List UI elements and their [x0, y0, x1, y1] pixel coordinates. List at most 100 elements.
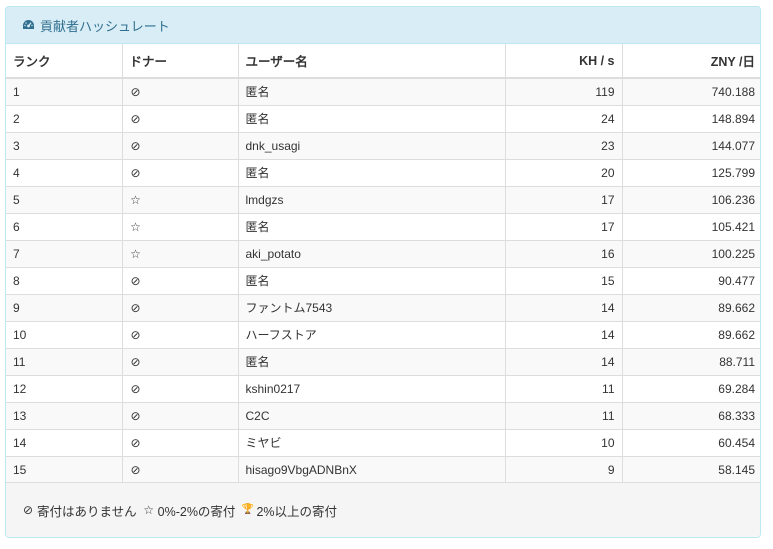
- legend-large-donation-label: 2%以上の寄付: [256, 504, 338, 519]
- cell-donor: ⊘: [122, 159, 239, 187]
- cell-zny: 60.454: [622, 429, 760, 457]
- cell-khs: 24: [505, 105, 623, 133]
- table-row: 5 ☆ lmdgzs 17 106.236: [6, 186, 760, 214]
- cell-username: ファントム7543: [238, 294, 506, 322]
- cell-rank: 4: [6, 159, 123, 187]
- cell-khs: 14: [505, 294, 623, 322]
- table-row: 13 ⊘ C2C 11 68.333: [6, 402, 760, 430]
- table-row: 11 ⊘ 匿名 14 88.711: [6, 348, 760, 376]
- cell-donor: ⊘: [122, 105, 239, 133]
- no-donation-icon: ⊘: [22, 503, 34, 517]
- dashboard-icon: [21, 18, 35, 32]
- cell-donor: ☆: [122, 213, 239, 241]
- cell-username: 匿名: [238, 78, 506, 106]
- cell-rank: 11: [6, 348, 123, 376]
- no-donation-icon: ⊘: [130, 327, 141, 342]
- no-donation-icon: ⊘: [130, 354, 141, 369]
- cell-donor: ⊘: [122, 429, 239, 457]
- no-donation-icon: ⊘: [130, 273, 141, 288]
- cell-donor: ⊘: [122, 321, 239, 349]
- cell-username: 匿名: [238, 267, 506, 295]
- table-row: 1 ⊘ 匿名 119 740.188: [6, 78, 760, 106]
- cell-username: lmdgzs: [238, 186, 506, 214]
- table-row: 2 ⊘ 匿名 24 148.894: [6, 105, 760, 133]
- legend-large-donation: 🏆 2%以上の寄付: [241, 501, 337, 520]
- star-icon: ☆: [130, 192, 141, 207]
- table-row: 10 ⊘ ハーフストア 14 89.662: [6, 321, 760, 349]
- cell-khs: 16: [505, 240, 623, 268]
- cell-khs: 14: [505, 348, 623, 376]
- cell-khs: 15: [505, 267, 623, 295]
- cell-donor: ⊘: [122, 375, 239, 403]
- cell-zny: 69.284: [622, 375, 760, 403]
- donation-legend: ⊘ 寄付はありません ☆ 0%-2%の寄付 🏆 2%以上の寄付: [6, 482, 760, 537]
- cell-rank: 8: [6, 267, 123, 295]
- cell-khs: 11: [505, 375, 623, 403]
- cell-zny: 68.333: [622, 402, 760, 430]
- table-body: 1 ⊘ 匿名 119 740.188 2 ⊘ 匿名 24 148.894 3 ⊘ dnk_usagi 23…: [6, 78, 760, 484]
- cell-zny: 106.236: [622, 186, 760, 214]
- cell-zny: 100.225: [622, 240, 760, 268]
- cell-rank: 10: [6, 321, 123, 349]
- star-icon: ☆: [130, 219, 141, 234]
- column-header-donor: ドナー: [122, 44, 239, 79]
- cell-zny: 740.188: [622, 78, 760, 106]
- column-header-zny: ZNY /日: [622, 44, 760, 79]
- table-row: 9 ⊘ ファントム7543 14 89.662: [6, 294, 760, 322]
- cell-khs: 17: [505, 186, 623, 214]
- cell-username: 匿名: [238, 213, 506, 241]
- cell-zny: 90.477: [622, 267, 760, 295]
- table-row: 3 ⊘ dnk_usagi 23 144.077: [6, 132, 760, 160]
- cell-donor: ⊘: [122, 294, 239, 322]
- cell-zny: 58.145: [622, 456, 760, 484]
- cell-rank: 3: [6, 132, 123, 160]
- cell-rank: 12: [6, 375, 123, 403]
- cell-zny: 89.662: [622, 294, 760, 322]
- cell-donor: ⊘: [122, 132, 239, 160]
- cell-donor: ⊘: [122, 267, 239, 295]
- cell-rank: 2: [6, 105, 123, 133]
- table-row: 15 ⊘ hisago9VbgADNBnX 9 58.145: [6, 456, 760, 484]
- no-donation-icon: ⊘: [130, 165, 141, 180]
- panel-heading: 貢献者ハッシュレート: [6, 7, 760, 44]
- cell-username: ハーフストア: [238, 321, 506, 349]
- no-donation-icon: ⊘: [130, 111, 141, 126]
- cell-khs: 17: [505, 213, 623, 241]
- cell-username: C2C: [238, 402, 506, 430]
- legend-small-donation: ☆ 0%-2%の寄付: [143, 501, 236, 520]
- table-row: 8 ⊘ 匿名 15 90.477: [6, 267, 760, 295]
- no-donation-icon: ⊘: [130, 381, 141, 396]
- table-row: 12 ⊘ kshin0217 11 69.284: [6, 375, 760, 403]
- cell-khs: 20: [505, 159, 623, 187]
- cell-rank: 14: [6, 429, 123, 457]
- cell-username: dnk_usagi: [238, 132, 506, 160]
- no-donation-icon: ⊘: [130, 84, 141, 99]
- legend-no-donation: ⊘ 寄付はありません: [22, 501, 137, 520]
- table-header-row: ランク ドナー ユーザー名 KH / s ZNY /日: [6, 44, 760, 79]
- cell-username: hisago9VbgADNBnX: [238, 456, 506, 484]
- cell-zny: 105.421: [622, 213, 760, 241]
- cell-username: aki_potato: [238, 240, 506, 268]
- cell-rank: 13: [6, 402, 123, 430]
- cell-zny: 89.662: [622, 321, 760, 349]
- column-header-khs: KH / s: [505, 44, 623, 79]
- column-header-username: ユーザー名: [238, 44, 506, 79]
- table-row: 6 ☆ 匿名 17 105.421: [6, 213, 760, 241]
- panel-title: 貢献者ハッシュレート: [40, 18, 170, 34]
- legend-no-donation-label: 寄付はありません: [37, 504, 137, 519]
- legend-small-donation-label: 0%-2%の寄付: [157, 504, 236, 519]
- cell-khs: 10: [505, 429, 623, 457]
- cell-donor: ☆: [122, 186, 239, 214]
- cell-khs: 11: [505, 402, 623, 430]
- table-row: 7 ☆ aki_potato 16 100.225: [6, 240, 760, 268]
- cell-zny: 88.711: [622, 348, 760, 376]
- star-icon: ☆: [130, 246, 141, 261]
- cell-khs: 23: [505, 132, 623, 160]
- cell-donor: ⊘: [122, 456, 239, 484]
- cell-rank: 15: [6, 456, 123, 484]
- cell-rank: 7: [6, 240, 123, 268]
- cell-khs: 9: [505, 456, 623, 484]
- hashrate-table: ランク ドナー ユーザー名 KH / s ZNY /日 1 ⊘ 匿名 119 740.1…: [6, 44, 760, 484]
- no-donation-icon: ⊘: [130, 138, 141, 153]
- trophy-icon: 🏆: [241, 504, 254, 515]
